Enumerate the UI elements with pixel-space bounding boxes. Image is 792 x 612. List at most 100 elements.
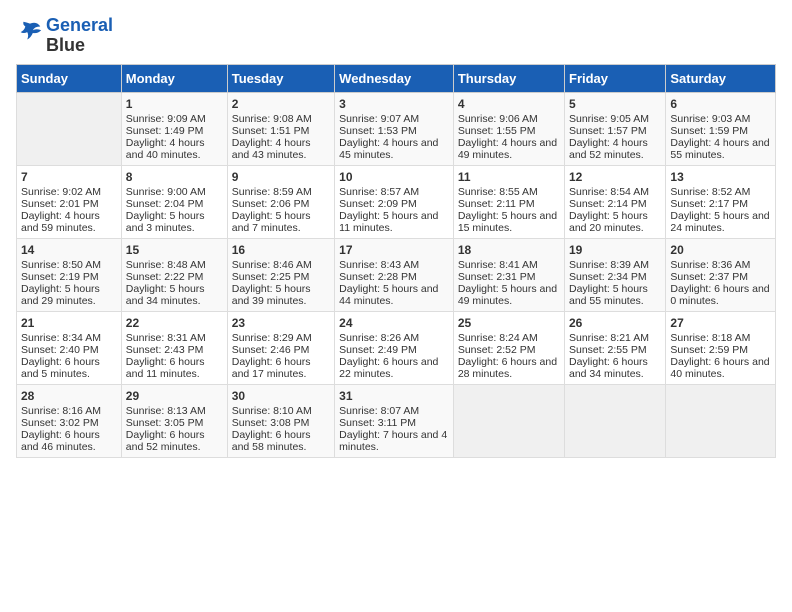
weekday-header: Friday bbox=[565, 64, 666, 92]
daylight-text: Daylight: 4 hours and 59 minutes. bbox=[21, 210, 117, 234]
sunrise-text: Sunrise: 9:07 AM bbox=[339, 113, 449, 125]
sunrise-text: Sunrise: 8:26 AM bbox=[339, 332, 449, 344]
sunrise-text: Sunrise: 8:34 AM bbox=[21, 332, 117, 344]
weekday-header: Sunday bbox=[17, 64, 122, 92]
day-number: 31 bbox=[339, 389, 449, 403]
calendar-cell: 22Sunrise: 8:31 AMSunset: 2:43 PMDayligh… bbox=[121, 311, 227, 384]
sunset-text: Sunset: 2:49 PM bbox=[339, 344, 449, 356]
calendar-cell: 7Sunrise: 9:02 AMSunset: 2:01 PMDaylight… bbox=[17, 165, 122, 238]
daylight-text: Daylight: 7 hours and 4 minutes. bbox=[339, 429, 449, 453]
day-number: 9 bbox=[232, 170, 330, 184]
calendar-cell: 24Sunrise: 8:26 AMSunset: 2:49 PMDayligh… bbox=[335, 311, 454, 384]
sunrise-text: Sunrise: 8:31 AM bbox=[126, 332, 223, 344]
sunset-text: Sunset: 2:19 PM bbox=[21, 271, 117, 283]
sunset-text: Sunset: 2:43 PM bbox=[126, 344, 223, 356]
day-number: 2 bbox=[232, 97, 330, 111]
calendar-cell: 6Sunrise: 9:03 AMSunset: 1:59 PMDaylight… bbox=[666, 92, 776, 165]
day-number: 8 bbox=[126, 170, 223, 184]
day-number: 26 bbox=[569, 316, 661, 330]
calendar-cell: 21Sunrise: 8:34 AMSunset: 2:40 PMDayligh… bbox=[17, 311, 122, 384]
day-number: 1 bbox=[126, 97, 223, 111]
daylight-text: Daylight: 4 hours and 45 minutes. bbox=[339, 137, 449, 161]
daylight-text: Daylight: 4 hours and 52 minutes. bbox=[569, 137, 661, 161]
day-number: 15 bbox=[126, 243, 223, 257]
sunrise-text: Sunrise: 8:50 AM bbox=[21, 259, 117, 271]
sunset-text: Sunset: 2:31 PM bbox=[458, 271, 560, 283]
sunrise-text: Sunrise: 8:41 AM bbox=[458, 259, 560, 271]
calendar-cell: 25Sunrise: 8:24 AMSunset: 2:52 PMDayligh… bbox=[453, 311, 564, 384]
weekday-header: Wednesday bbox=[335, 64, 454, 92]
page-header: GeneralBlue bbox=[16, 16, 776, 56]
day-number: 13 bbox=[670, 170, 771, 184]
daylight-text: Daylight: 5 hours and 7 minutes. bbox=[232, 210, 330, 234]
weekday-header: Tuesday bbox=[227, 64, 334, 92]
day-number: 6 bbox=[670, 97, 771, 111]
sunset-text: Sunset: 2:59 PM bbox=[670, 344, 771, 356]
sunset-text: Sunset: 2:06 PM bbox=[232, 198, 330, 210]
sunset-text: Sunset: 2:37 PM bbox=[670, 271, 771, 283]
daylight-text: Daylight: 4 hours and 55 minutes. bbox=[670, 137, 771, 161]
sunrise-text: Sunrise: 8:57 AM bbox=[339, 186, 449, 198]
calendar-cell: 30Sunrise: 8:10 AMSunset: 3:08 PMDayligh… bbox=[227, 384, 334, 457]
calendar-cell: 20Sunrise: 8:36 AMSunset: 2:37 PMDayligh… bbox=[666, 238, 776, 311]
sunset-text: Sunset: 2:04 PM bbox=[126, 198, 223, 210]
calendar-cell: 16Sunrise: 8:46 AMSunset: 2:25 PMDayligh… bbox=[227, 238, 334, 311]
logo: GeneralBlue bbox=[16, 16, 113, 56]
calendar-cell: 5Sunrise: 9:05 AMSunset: 1:57 PMDaylight… bbox=[565, 92, 666, 165]
daylight-text: Daylight: 6 hours and 46 minutes. bbox=[21, 429, 117, 453]
sunset-text: Sunset: 1:53 PM bbox=[339, 125, 449, 137]
weekday-header: Thursday bbox=[453, 64, 564, 92]
day-number: 3 bbox=[339, 97, 449, 111]
daylight-text: Daylight: 6 hours and 52 minutes. bbox=[126, 429, 223, 453]
daylight-text: Daylight: 5 hours and 44 minutes. bbox=[339, 283, 449, 307]
logo-icon bbox=[16, 19, 44, 47]
daylight-text: Daylight: 5 hours and 11 minutes. bbox=[339, 210, 449, 234]
calendar-cell: 27Sunrise: 8:18 AMSunset: 2:59 PMDayligh… bbox=[666, 311, 776, 384]
day-number: 22 bbox=[126, 316, 223, 330]
sunset-text: Sunset: 2:17 PM bbox=[670, 198, 771, 210]
day-number: 23 bbox=[232, 316, 330, 330]
day-number: 19 bbox=[569, 243, 661, 257]
sunset-text: Sunset: 2:40 PM bbox=[21, 344, 117, 356]
calendar-cell: 4Sunrise: 9:06 AMSunset: 1:55 PMDaylight… bbox=[453, 92, 564, 165]
sunrise-text: Sunrise: 8:54 AM bbox=[569, 186, 661, 198]
day-number: 20 bbox=[670, 243, 771, 257]
day-number: 29 bbox=[126, 389, 223, 403]
calendar-week-row: 7Sunrise: 9:02 AMSunset: 2:01 PMDaylight… bbox=[17, 165, 776, 238]
calendar-cell bbox=[17, 92, 122, 165]
daylight-text: Daylight: 6 hours and 22 minutes. bbox=[339, 356, 449, 380]
sunset-text: Sunset: 2:14 PM bbox=[569, 198, 661, 210]
calendar-cell: 10Sunrise: 8:57 AMSunset: 2:09 PMDayligh… bbox=[335, 165, 454, 238]
daylight-text: Daylight: 5 hours and 15 minutes. bbox=[458, 210, 560, 234]
daylight-text: Daylight: 6 hours and 28 minutes. bbox=[458, 356, 560, 380]
calendar-cell bbox=[666, 384, 776, 457]
sunset-text: Sunset: 3:05 PM bbox=[126, 417, 223, 429]
sunrise-text: Sunrise: 9:09 AM bbox=[126, 113, 223, 125]
day-number: 12 bbox=[569, 170, 661, 184]
sunset-text: Sunset: 3:11 PM bbox=[339, 417, 449, 429]
calendar-cell: 15Sunrise: 8:48 AMSunset: 2:22 PMDayligh… bbox=[121, 238, 227, 311]
calendar-cell: 31Sunrise: 8:07 AMSunset: 3:11 PMDayligh… bbox=[335, 384, 454, 457]
sunset-text: Sunset: 2:34 PM bbox=[569, 271, 661, 283]
calendar-cell: 8Sunrise: 9:00 AMSunset: 2:04 PMDaylight… bbox=[121, 165, 227, 238]
sunset-text: Sunset: 1:59 PM bbox=[670, 125, 771, 137]
day-number: 28 bbox=[21, 389, 117, 403]
sunrise-text: Sunrise: 8:18 AM bbox=[670, 332, 771, 344]
sunset-text: Sunset: 3:08 PM bbox=[232, 417, 330, 429]
calendar-header: SundayMondayTuesdayWednesdayThursdayFrid… bbox=[17, 64, 776, 92]
daylight-text: Daylight: 6 hours and 58 minutes. bbox=[232, 429, 330, 453]
calendar-cell: 13Sunrise: 8:52 AMSunset: 2:17 PMDayligh… bbox=[666, 165, 776, 238]
calendar-cell: 23Sunrise: 8:29 AMSunset: 2:46 PMDayligh… bbox=[227, 311, 334, 384]
sunrise-text: Sunrise: 9:02 AM bbox=[21, 186, 117, 198]
calendar-cell bbox=[565, 384, 666, 457]
day-number: 27 bbox=[670, 316, 771, 330]
calendar-table: SundayMondayTuesdayWednesdayThursdayFrid… bbox=[16, 64, 776, 458]
daylight-text: Daylight: 6 hours and 5 minutes. bbox=[21, 356, 117, 380]
weekday-header: Saturday bbox=[666, 64, 776, 92]
daylight-text: Daylight: 4 hours and 43 minutes. bbox=[232, 137, 330, 161]
day-number: 18 bbox=[458, 243, 560, 257]
sunrise-text: Sunrise: 8:39 AM bbox=[569, 259, 661, 271]
sunset-text: Sunset: 2:25 PM bbox=[232, 271, 330, 283]
day-number: 4 bbox=[458, 97, 560, 111]
sunset-text: Sunset: 1:57 PM bbox=[569, 125, 661, 137]
